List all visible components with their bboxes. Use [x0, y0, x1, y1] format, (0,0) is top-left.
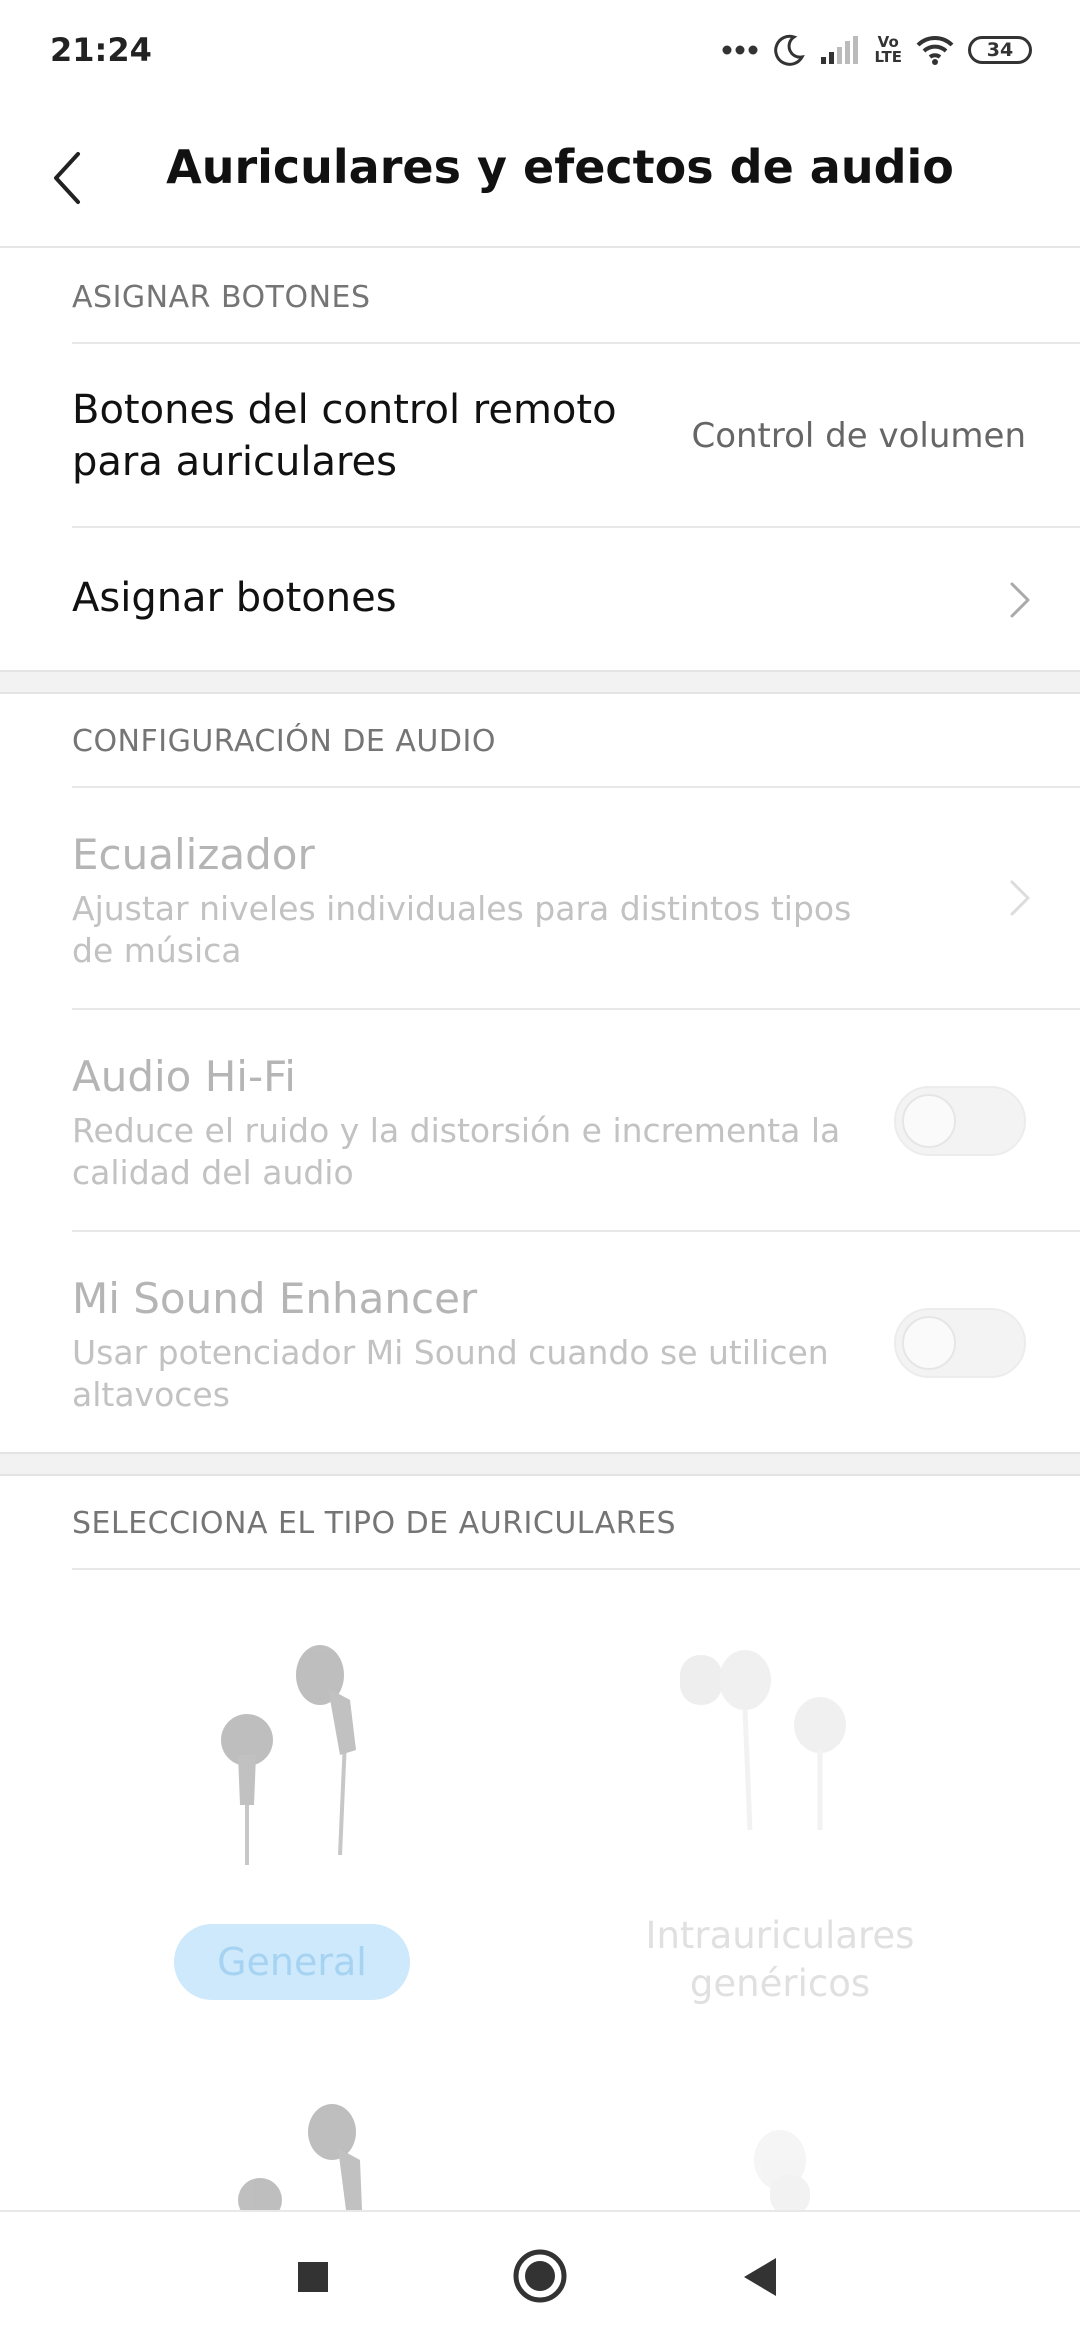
chevron-right-icon [1010, 880, 1030, 916]
remote-buttons-row[interactable]: Botones del control remoto para auricula… [0, 344, 1080, 526]
earphones-general-image[interactable] [200, 1640, 400, 1880]
earphones-intra-image[interactable] [670, 1640, 870, 1880]
signal-icon [821, 36, 859, 64]
remote-buttons-title-line2: para auriculares [72, 439, 397, 485]
app-bar: Auriculares y efectos de audio [0, 100, 1080, 248]
section-header-audio: CONFIGURACIÓN DE AUDIO [72, 724, 496, 759]
remote-buttons-title-line1: Botones del control remoto [72, 387, 617, 433]
earbuds-icon [221, 1645, 356, 1865]
battery-icon: 34 [968, 36, 1032, 64]
hifi-title: Audio Hi-Fi [72, 1052, 296, 1101]
equalizer-row[interactable]: Ecualizador Ajustar niveles individuales… [0, 788, 1080, 1008]
battery-level: 34 [986, 39, 1014, 61]
more-dots-icon [722, 45, 758, 55]
earphones-option-image[interactable] [740, 2120, 880, 2210]
volte-bottom-label: LTE [874, 48, 902, 66]
toggle-knob [902, 1094, 956, 1148]
status-bar: 21:24 Vo LTE 34 [0, 0, 1080, 100]
intra-type-label-line2: genéricos [689, 1962, 871, 2005]
status-time: 21:24 [50, 31, 152, 69]
volte-icon: Vo LTE [874, 35, 902, 65]
intra-type-label[interactable]: Intrauriculares genéricos [600, 1912, 960, 2008]
back-nav-button[interactable] [742, 2256, 778, 2302]
assign-buttons-row[interactable]: Asignar botones [0, 528, 1080, 668]
enhancer-toggle[interactable] [894, 1308, 1026, 1378]
home-circle-icon [513, 2249, 567, 2303]
remote-buttons-value: Control de volumen [691, 416, 1026, 456]
equalizer-title: Ecualizador [72, 830, 315, 879]
square-icon [298, 2262, 328, 2292]
assign-buttons-title: Asignar botones [72, 575, 397, 621]
hifi-toggle[interactable] [894, 1086, 1026, 1156]
navigation-bar [0, 2210, 1080, 2340]
in-ear-earbuds-icon [754, 2130, 810, 2210]
recents-button[interactable] [296, 2260, 330, 2298]
enhancer-row: Mi Sound Enhancer Usar potenciador Mi So… [0, 1232, 1080, 1452]
triangle-back-icon [744, 2258, 776, 2296]
remote-buttons-title: Botones del control remoto para auricula… [72, 384, 617, 488]
section-header-type: SELECCIONA EL TIPO DE AURICULARES [72, 1506, 677, 1541]
section-separator [0, 670, 1080, 694]
status-icons: Vo LTE 34 [722, 33, 1032, 67]
equalizer-subtitle: Ajustar niveles individuales para distin… [72, 889, 852, 970]
divider [72, 1568, 1080, 1570]
hifi-row: Audio Hi-Fi Reduce el ruido y la distors… [0, 1010, 1080, 1230]
chevron-right-icon [1010, 582, 1030, 618]
home-button[interactable] [512, 2248, 568, 2308]
section-header-buttons: ASIGNAR BOTONES [72, 280, 371, 315]
hifi-subtitle: Reduce el ruido y la distorsión e increm… [72, 1111, 841, 1192]
moon-icon [774, 34, 806, 66]
earbuds-icon [238, 2104, 362, 2210]
section-separator [0, 1452, 1080, 1476]
earphones-option-image[interactable] [220, 2100, 400, 2210]
toggle-knob [902, 1316, 956, 1370]
wifi-icon [916, 35, 954, 65]
in-ear-earbuds-icon [680, 1650, 846, 1831]
enhancer-title: Mi Sound Enhancer [72, 1274, 478, 1323]
page-title: Auriculares y efectos de audio [166, 140, 954, 194]
enhancer-subtitle: Usar potenciador Mi Sound cuando se util… [72, 1333, 829, 1414]
intra-type-label-line1: Intrauriculares [645, 1914, 915, 1957]
general-type-button[interactable]: General [174, 1924, 410, 2000]
